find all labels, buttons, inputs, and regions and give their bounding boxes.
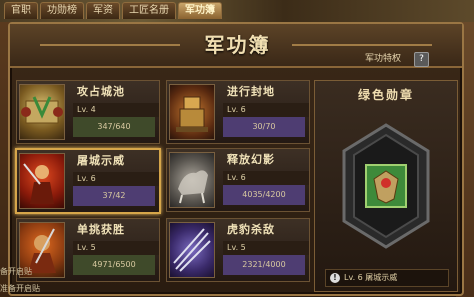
medal-info-text: Lv. 6 屠城示威 xyxy=(344,273,398,282)
footer-text-1: 备开启贴 xyxy=(0,267,32,276)
achievement-level: Lv. 5 xyxy=(73,241,159,255)
medal-info-bar: ! Lv. 6 屠城示威 xyxy=(325,269,449,287)
tab-merit-ranking[interactable]: 功勋榜 xyxy=(40,2,84,19)
achievement-card-tiger-kill[interactable]: 虎豹杀敌 Lv. 5 2321/4000 xyxy=(166,218,310,282)
tab-strip: 官职 功勋榜 军资 工匠名册 军功簿 xyxy=(4,2,222,20)
achievement-card-massacre[interactable]: 屠城示威 Lv. 6 37/42 xyxy=(15,148,161,214)
medal-title: 绿色勋章 xyxy=(357,88,414,102)
achievement-name: 屠城示威 xyxy=(77,154,125,167)
scroll-icon xyxy=(19,84,65,140)
achievement-progress: 347/640 xyxy=(73,117,155,137)
achievement-card-capture-city[interactable]: 攻占城池 Lv. 4 347/640 xyxy=(16,80,160,144)
achievement-progress: 2321/4000 xyxy=(223,255,305,275)
achievement-name: 单挑获胜 xyxy=(77,223,125,236)
title-ornament-right xyxy=(292,44,432,46)
achievement-level: Lv. 4 xyxy=(73,103,159,117)
green-medal-icon xyxy=(336,121,436,251)
title-ornament-left xyxy=(40,44,180,46)
achievement-name: 释放幻影 xyxy=(227,153,275,166)
achievement-level: Lv. 6 xyxy=(223,171,309,185)
tab-craftsman-roster[interactable]: 工匠名册 xyxy=(122,2,176,19)
tab-military-supply[interactable]: 军资 xyxy=(86,2,120,19)
achievement-level: Lv. 6 xyxy=(73,172,159,186)
achievement-progress: 30/70 xyxy=(223,117,305,137)
merit-book-panel: 军功簿 军功特权 ? 攻占城池 Lv. 4 347/640 进行封地 Lv. 6 xyxy=(8,22,464,296)
achievement-progress: 4035/4200 xyxy=(223,185,305,205)
phantom-horse-icon xyxy=(169,152,215,208)
achievement-name: 虎豹杀敌 xyxy=(227,223,275,236)
achievement-card-duel-win[interactable]: 单挑获胜 Lv. 5 4971/6500 xyxy=(16,218,160,282)
achievement-name: 攻占城池 xyxy=(77,85,125,98)
achievement-card-enfeoff[interactable]: 进行封地 Lv. 6 30/70 xyxy=(166,80,310,144)
seal-icon xyxy=(169,84,215,140)
medal-panel: 绿色勋章 ! Lv. 6 屠城示威 xyxy=(314,80,458,292)
achievement-progress: 37/42 xyxy=(73,186,155,206)
achievement-level: Lv. 6 xyxy=(223,103,309,117)
footer-text-2: 准备开启贴 xyxy=(0,284,40,293)
tab-official[interactable]: 官职 xyxy=(4,2,38,19)
panel-title: 军功簿 xyxy=(204,33,271,57)
help-icon[interactable]: ? xyxy=(414,52,429,67)
arrows-icon xyxy=(169,222,215,278)
achievement-name: 进行封地 xyxy=(227,85,275,98)
info-icon: ! xyxy=(330,273,340,283)
achievement-level: Lv. 5 xyxy=(223,241,309,255)
tab-merit-book[interactable]: 军功簿 xyxy=(178,2,222,19)
warrior-icon xyxy=(19,153,65,209)
achievement-progress: 4971/6500 xyxy=(73,255,155,275)
privilege-link[interactable]: 军功特权 xyxy=(365,52,401,66)
achievement-card-phantom[interactable]: 释放幻影 Lv. 6 4035/4200 xyxy=(166,148,310,212)
